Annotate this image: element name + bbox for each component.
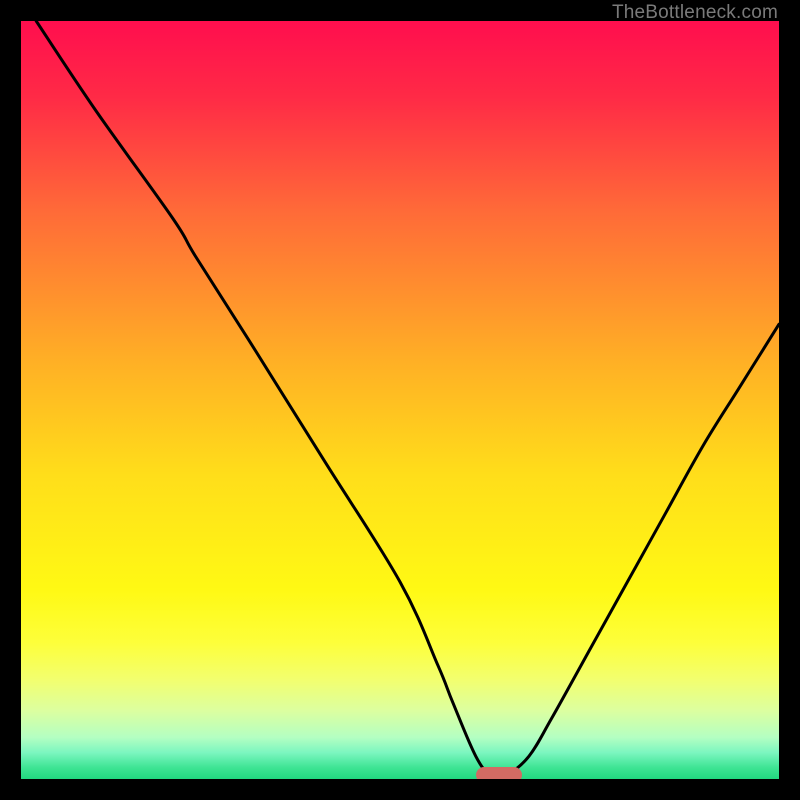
plot-area bbox=[21, 21, 779, 779]
optimal-marker bbox=[476, 767, 522, 779]
background-gradient bbox=[21, 21, 779, 779]
chart-frame: TheBottleneck.com bbox=[0, 0, 800, 800]
